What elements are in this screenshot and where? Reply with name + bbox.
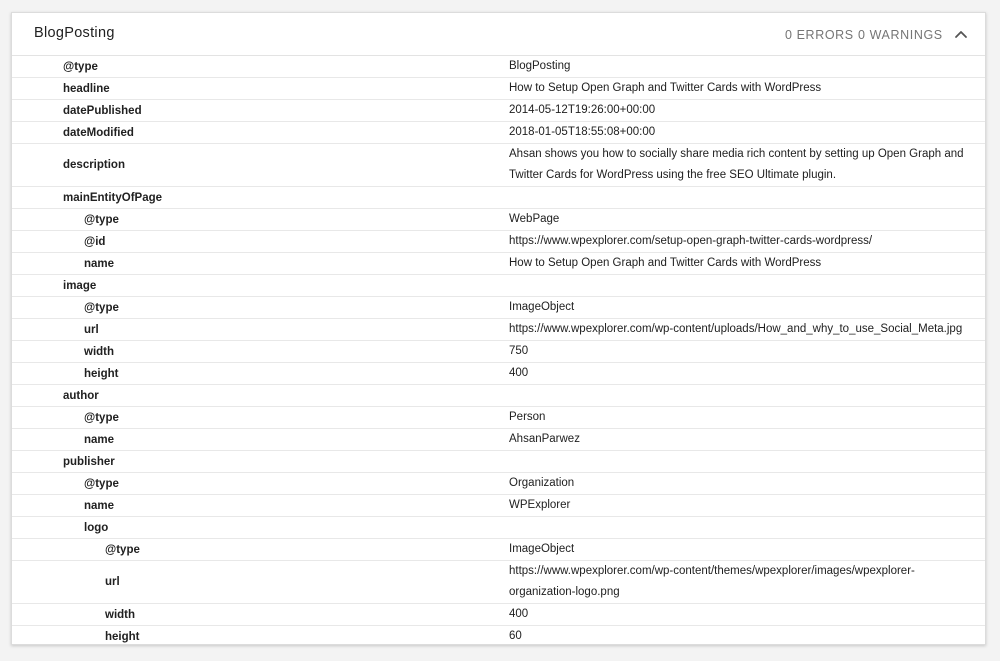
- property-value: https://www.wpexplorer.com/wp-content/up…: [509, 323, 963, 335]
- errors-count: 0 ERRORS: [785, 28, 854, 42]
- property-key: @type: [84, 411, 119, 424]
- property-value: https://www.wpexplorer.com/setup-open-gr…: [509, 235, 873, 247]
- table-row: headline How to Setup Open Graph and Twi…: [12, 78, 985, 100]
- table-row: datePublished 2014-05-12T19:26:00+00:00: [12, 100, 985, 122]
- property-value: Person: [509, 411, 546, 423]
- property-value: Organization: [509, 477, 575, 489]
- property-key: datePublished: [63, 104, 142, 117]
- property-key: @type: [84, 213, 119, 226]
- table-row: @type Organization: [12, 473, 985, 495]
- table-row: name WPExplorer: [12, 495, 985, 517]
- card-title: BlogPosting: [34, 25, 115, 41]
- property-key: @type: [84, 477, 119, 490]
- chevron-up-icon[interactable]: [952, 25, 970, 43]
- property-key: headline: [63, 82, 110, 95]
- property-value: 400: [509, 608, 529, 620]
- property-key: name: [84, 499, 115, 512]
- table-row: width 400: [12, 604, 985, 626]
- property-key: logo: [84, 521, 109, 534]
- property-table: @type BlogPosting headline How to Setup …: [12, 56, 985, 644]
- property-value: How to Setup Open Graph and Twitter Card…: [509, 257, 822, 269]
- table-row: @type ImageObject: [12, 297, 985, 319]
- property-value: 400: [509, 367, 529, 379]
- property-value: ImageObject: [509, 543, 575, 555]
- warnings-count: 0 WARNINGS: [858, 28, 943, 42]
- property-key: publisher: [63, 455, 115, 468]
- property-key: mainEntityOfPage: [63, 191, 163, 204]
- property-value: 2018-01-05T18:55:08+00:00: [509, 126, 656, 138]
- table-row: publisher: [12, 451, 985, 473]
- table-row: name How to Setup Open Graph and Twitter…: [12, 253, 985, 275]
- property-key: height: [84, 367, 119, 380]
- table-row: @type ImageObject: [12, 539, 985, 561]
- property-key: author: [63, 389, 99, 402]
- property-key: url: [84, 323, 99, 336]
- property-value: BlogPosting: [509, 60, 571, 72]
- table-row: mainEntityOfPage: [12, 187, 985, 209]
- property-key: @type: [105, 543, 140, 556]
- table-row: image: [12, 275, 985, 297]
- property-value: WebPage: [509, 213, 560, 225]
- table-row: dateModified 2018-01-05T18:55:08+00:00: [12, 122, 985, 144]
- table-row: name AhsanParwez: [12, 429, 985, 451]
- structured-data-card: BlogPosting 0 ERRORS 0 WARNINGS @type Bl…: [11, 12, 986, 645]
- property-key: url: [105, 576, 120, 588]
- property-value: AhsanParwez: [509, 433, 580, 445]
- table-row: url https://www.wpexplorer.com/wp-conten…: [12, 561, 985, 604]
- table-row: @type WebPage: [12, 209, 985, 231]
- property-value: WPExplorer: [509, 499, 571, 511]
- table-row: height 60: [12, 626, 985, 644]
- table-row: author: [12, 385, 985, 407]
- table-row: width 750: [12, 341, 985, 363]
- table-row: @type Person: [12, 407, 985, 429]
- property-value: 60: [509, 630, 522, 642]
- property-key: description: [63, 159, 125, 171]
- table-row: @type BlogPosting: [12, 56, 985, 78]
- table-row: logo: [12, 517, 985, 539]
- property-key: dateModified: [63, 126, 134, 139]
- property-key: width: [105, 608, 136, 621]
- property-value: 2014-05-12T19:26:00+00:00: [509, 104, 656, 116]
- property-key: @type: [63, 60, 98, 73]
- property-value: https://www.wpexplorer.com/wp-content/th…: [509, 565, 915, 598]
- property-key: name: [84, 257, 115, 270]
- property-value: How to Setup Open Graph and Twitter Card…: [509, 82, 822, 94]
- property-key: height: [105, 630, 140, 643]
- table-row: description Ahsan shows you how to socia…: [12, 144, 985, 187]
- property-key: image: [63, 279, 97, 292]
- property-value: 750: [509, 345, 529, 357]
- property-key: @type: [84, 301, 119, 314]
- property-key: name: [84, 433, 115, 446]
- table-row: height 400: [12, 363, 985, 385]
- property-key: @id: [84, 235, 106, 248]
- table-row: @id https://www.wpexplorer.com/setup-ope…: [12, 231, 985, 253]
- table-row: url https://www.wpexplorer.com/wp-conten…: [12, 319, 985, 341]
- property-key: width: [84, 345, 115, 358]
- property-value: ImageObject: [509, 301, 575, 313]
- card-header[interactable]: BlogPosting 0 ERRORS 0 WARNINGS: [12, 13, 985, 56]
- property-value: Ahsan shows you how to socially share me…: [509, 148, 967, 181]
